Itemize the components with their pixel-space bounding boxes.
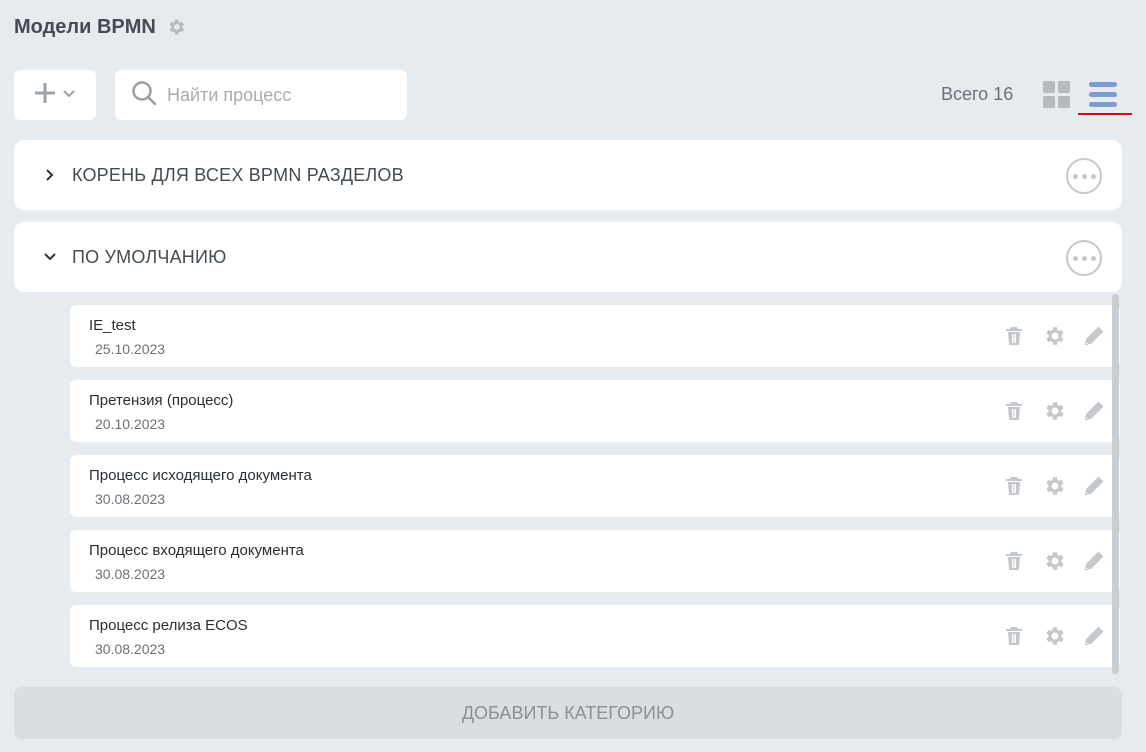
process-item[interactable]: Претензия (процесс) 20.10.2023 [70, 380, 1120, 442]
process-date: 20.10.2023 [95, 416, 166, 432]
gear-icon[interactable] [166, 17, 186, 37]
category-label: КОРЕНЬ ДЛЯ ВСЕХ BPMN РАЗДЕЛОВ [72, 164, 404, 185]
total-count: Всего 16 [941, 84, 1014, 104]
process-name: Процесс релиза ECOS [89, 617, 248, 634]
gear-icon[interactable] [1042, 549, 1066, 573]
page-header: Модели BPMN [14, 14, 186, 40]
gear-icon[interactable] [1042, 399, 1066, 423]
add-process-button[interactable] [14, 70, 96, 120]
gear-icon[interactable] [1042, 624, 1066, 648]
process-name: IE_test [89, 317, 136, 334]
chevron-right-icon[interactable] [42, 167, 58, 183]
process-date: 25.10.2023 [95, 341, 166, 357]
process-name: Процесс исходящего документа [89, 467, 312, 484]
trash-icon[interactable] [1002, 399, 1026, 423]
gear-icon[interactable] [1042, 324, 1066, 348]
category-panel-default[interactable]: ПО УМОЛЧАНИЮ [14, 222, 1122, 292]
category-label: ПО УМОЛЧАНИЮ [72, 246, 227, 267]
trash-icon[interactable] [1002, 549, 1026, 573]
pencil-icon[interactable] [1082, 324, 1106, 348]
search-box[interactable] [115, 70, 407, 120]
plus-icon [34, 82, 56, 109]
list-view-icon[interactable] [1089, 81, 1117, 108]
process-item[interactable]: Процесс входящего документа 30.08.2023 [70, 530, 1120, 592]
process-name: Претензия (процесс) [89, 392, 234, 409]
scrollbar[interactable] [1112, 294, 1119, 674]
process-item[interactable]: Процесс исходящего документа 30.08.2023 [70, 455, 1120, 517]
pencil-icon[interactable] [1082, 399, 1106, 423]
trash-icon[interactable] [1002, 324, 1026, 348]
process-date: 30.08.2023 [95, 641, 166, 657]
page-title: Модели BPMN [14, 15, 156, 38]
search-input[interactable] [167, 84, 387, 106]
active-view-indicator [1078, 113, 1132, 115]
chevron-down-icon[interactable] [42, 249, 58, 265]
pencil-icon[interactable] [1082, 624, 1106, 648]
bpmn-models-page: Модели BPMN Всего 16 [0, 0, 1146, 752]
category-panel-root[interactable]: КОРЕНЬ ДЛЯ ВСЕХ BPMN РАЗДЕЛОВ [14, 140, 1122, 210]
grid-view-icon[interactable] [1043, 81, 1070, 108]
process-item[interactable]: Процесс релиза ECOS 30.08.2023 [70, 605, 1120, 667]
gear-icon[interactable] [1042, 474, 1066, 498]
process-date: 30.08.2023 [95, 491, 166, 507]
pencil-icon[interactable] [1082, 474, 1106, 498]
process-date: 30.08.2023 [95, 566, 166, 582]
process-item[interactable]: IE_test 25.10.2023 [70, 305, 1120, 367]
process-name: Процесс входящего документа [89, 542, 304, 559]
more-options-icon[interactable] [1066, 240, 1102, 276]
more-options-icon[interactable] [1066, 158, 1102, 194]
chevron-down-icon [62, 86, 76, 104]
add-category-button[interactable]: ДОБАВИТЬ КАТЕГОРИЮ [14, 687, 1122, 739]
pencil-icon[interactable] [1082, 549, 1106, 573]
search-icon [131, 80, 157, 111]
trash-icon[interactable] [1002, 474, 1026, 498]
trash-icon[interactable] [1002, 624, 1026, 648]
